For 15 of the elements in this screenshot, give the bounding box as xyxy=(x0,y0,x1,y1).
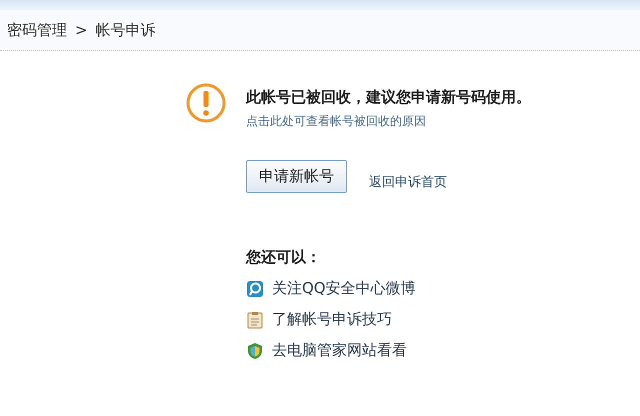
clipboard-icon xyxy=(246,310,264,328)
speech-bubble-icon xyxy=(246,280,264,298)
reason-link[interactable]: 点击此处可查看帐号被回收的原因 xyxy=(246,113,531,130)
new-account-button[interactable]: 申请新帐号 xyxy=(246,160,347,193)
breadcrumb-item[interactable]: 密码管理 xyxy=(7,20,67,40)
option-link[interactable]: 关注QQ安全中心微博 xyxy=(272,279,416,298)
back-link[interactable]: 返回申诉首页 xyxy=(369,172,447,190)
option-link[interactable]: 去电脑管家网站看看 xyxy=(272,341,407,360)
section-heading: 您还可以： xyxy=(246,248,322,267)
shield-icon xyxy=(246,342,264,360)
breadcrumb-separator: > xyxy=(75,21,88,39)
notice-title: 此帐号已被回收，建议您申请新号码使用。 xyxy=(246,88,531,107)
breadcrumb-item: 帐号申诉 xyxy=(96,20,156,40)
warning-icon xyxy=(186,83,226,123)
option-link[interactable]: 了解帐号申诉技巧 xyxy=(272,310,392,329)
